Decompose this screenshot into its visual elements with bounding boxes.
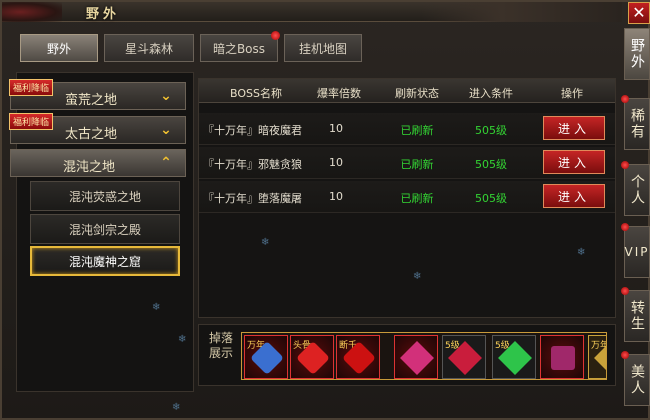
drop-items-strip[interactable]: 万年 头骨 断千 5级 5级 万 (241, 332, 607, 380)
table-row: 『十万年』堕落魔屠 10 已刷新 505级 进入 (199, 181, 615, 213)
drop-display: 掉落展示 万年 头骨 断千 5级 5级 万 (198, 324, 616, 386)
header-entry-condition: 进入条件 (469, 87, 513, 100)
subcategory-chaos-sword[interactable]: 混沌剑宗之殿 (30, 214, 180, 244)
drop-rate: 10 (329, 122, 343, 135)
table-row: 『十万年』邪魅贪狼 10 已刷新 505级 进入 (199, 147, 615, 179)
refresh-status: 已刷新 (400, 158, 434, 171)
drop-item[interactable]: 万年 (244, 335, 288, 379)
header-boss-name: BOSS名称 (230, 87, 282, 100)
side-tab-vip[interactable]: VIP (621, 223, 650, 278)
treasure-chest-icon (551, 346, 575, 370)
side-tab-rebirth[interactable]: 转生 (621, 287, 650, 342)
side-tab-label: 野外 (629, 38, 645, 70)
pink-gem-icon (400, 341, 434, 375)
notification-dot-icon (621, 287, 629, 295)
side-tab-label: 转生 (629, 300, 645, 332)
category-label: 混沌之地 (63, 160, 116, 175)
enter-button[interactable]: 进入 (543, 150, 605, 174)
side-tab-label: 个人 (629, 174, 645, 206)
subcategory-chaos-mars[interactable]: 混沌荧惑之地 (30, 181, 180, 211)
notification-dot-icon (621, 223, 629, 231)
category-label: 蛮荒之地 (65, 93, 118, 108)
drop-item[interactable]: 万年 (588, 335, 606, 379)
drop-item[interactable]: 断千 (336, 335, 380, 379)
tab-label: 野外 (46, 41, 71, 56)
notification-dot-icon (621, 351, 629, 359)
notification-dot-icon (621, 161, 629, 169)
tab-label: 挂机地图 (298, 41, 347, 56)
notification-dot-icon (621, 95, 629, 103)
dragon-ornament-right-icon (422, 2, 622, 22)
side-tab-wild[interactable]: 野外 (624, 28, 650, 80)
category-chaos-land[interactable]: 混沌之地 ⌃ (10, 149, 186, 177)
subcategory-label: 混沌剑宗之殿 (68, 222, 141, 237)
dragon-ornament-icon (2, 2, 62, 22)
chevron-down-icon: ⌄ (160, 88, 172, 104)
tab-star-forest[interactable]: 星斗森林 (104, 34, 194, 62)
category-ancient-land[interactable]: 福利降临 太古之地 ⌄ (9, 113, 186, 144)
side-tab-beauty[interactable]: 美人 (621, 351, 650, 406)
enter-button[interactable]: 进入 (543, 184, 605, 208)
refresh-status: 已刷新 (400, 192, 434, 205)
window-title: 野外 (86, 7, 121, 22)
snowflake-icon: ❄ (172, 402, 181, 413)
subcategory-label: 混沌荧惑之地 (68, 189, 141, 204)
subcategory-label: 混沌魔神之窟 (68, 254, 141, 269)
enter-button[interactable]: 进入 (543, 116, 605, 140)
header-action: 操作 (561, 87, 583, 100)
drop-item[interactable] (540, 335, 584, 379)
tab-label: 暗之Boss (212, 41, 266, 56)
side-tab-label: 美人 (629, 364, 645, 396)
tab-wild[interactable]: 野外 (20, 34, 98, 62)
category-label: 太古之地 (65, 127, 118, 142)
drop-item[interactable]: 5级 (442, 335, 486, 379)
drop-item[interactable]: 头骨 (290, 335, 334, 379)
snowflake-icon: ❄ (152, 302, 161, 313)
drop-item[interactable] (394, 335, 438, 379)
tab-idle-map[interactable]: 挂机地图 (284, 34, 362, 62)
notification-dot-icon (271, 31, 280, 40)
refresh-status: 已刷新 (400, 124, 434, 137)
entry-condition: 505级 (475, 158, 507, 171)
snowflake-icon: ❄ (413, 271, 422, 282)
side-tab-label: VIP (624, 245, 650, 259)
snowflake-icon: ❄ (178, 334, 187, 345)
entry-condition: 505级 (475, 192, 507, 205)
game-window: 野外 ✕ 野外 星斗森林 暗之Boss 挂机地图 福利降临 蛮荒之地 ⌄ 福利降… (0, 0, 650, 420)
tab-dark-boss[interactable]: 暗之Boss (200, 31, 280, 62)
boss-name: 『十万年』堕落魔屠 (203, 192, 302, 205)
side-tab-rare[interactable]: 稀有 (621, 95, 650, 150)
table-row: 『十万年』暗夜魔君 10 已刷新 505级 进入 (199, 113, 615, 145)
chevron-down-icon: ⌄ (160, 122, 172, 138)
snowflake-icon: ❄ (261, 237, 270, 248)
drop-rate: 10 (329, 156, 343, 169)
side-tab-label: 稀有 (629, 108, 645, 140)
drop-item[interactable]: 5级 (492, 335, 536, 379)
side-tab-personal[interactable]: 个人 (621, 161, 650, 216)
boss-table: BOSS名称 爆率倍数 刷新状态 进入条件 操作 『十万年』暗夜魔君 10 已刷… (198, 78, 616, 318)
tab-label: 星斗森林 (124, 41, 173, 56)
snowflake-icon: ❄ (577, 247, 586, 258)
title-bar: 野外 (2, 2, 622, 22)
drop-rate: 10 (329, 190, 343, 203)
chevron-up-icon: ⌃ (160, 155, 172, 171)
category-barbaric-land[interactable]: 福利降临 蛮荒之地 ⌄ (9, 79, 186, 110)
header-refresh-status: 刷新状态 (395, 87, 439, 100)
drop-label: 掉落展示 (208, 331, 233, 360)
header-drop-rate: 爆率倍数 (317, 87, 361, 100)
table-header: BOSS名称 爆率倍数 刷新状态 进入条件 操作 (199, 79, 615, 103)
boss-name: 『十万年』暗夜魔君 (203, 124, 302, 137)
welfare-badge: 福利降临 (9, 113, 54, 130)
subcategory-chaos-demon[interactable]: 混沌魔神之窟 (30, 246, 180, 276)
boss-name: 『十万年』邪魅贪狼 (203, 158, 302, 171)
welfare-badge: 福利降临 (9, 79, 54, 96)
close-button[interactable]: ✕ (628, 2, 650, 24)
entry-condition: 505级 (475, 124, 507, 137)
